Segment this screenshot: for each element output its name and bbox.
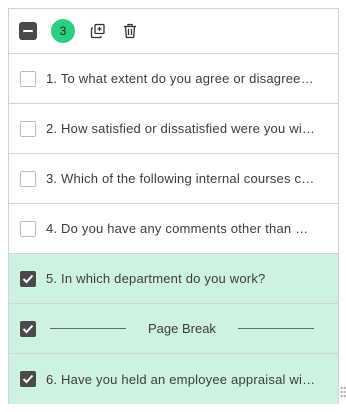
selection-toolbar: 3: [9, 9, 338, 54]
question-row[interactable]: 2. How satisfied or dissatisfied were yo…: [9, 104, 338, 154]
minus-icon: [23, 30, 33, 32]
question-checkbox[interactable]: [20, 220, 36, 237]
checkmark-icon: [22, 324, 34, 333]
question-checkbox-checked[interactable]: [20, 371, 36, 387]
page-break-label: Page Break: [148, 321, 216, 336]
question-row[interactable]: 1. To what extent do you agree or disagr…: [9, 54, 338, 104]
checkmark-icon: [22, 274, 34, 283]
drag-handle-icon[interactable]: [340, 386, 346, 400]
selected-count-badge: 3: [51, 19, 75, 43]
question-row[interactable]: 3. Which of the following internal cours…: [9, 154, 338, 204]
question-text: 3. Which of the following internal cours…: [46, 171, 316, 186]
question-row-selected[interactable]: 6. Have you held an employee appraisal w…: [9, 354, 338, 404]
question-text: 5. In which department do you work?: [46, 271, 266, 286]
question-text: 4. Do you have any comments other than w…: [46, 221, 316, 236]
trash-icon[interactable]: [121, 22, 139, 40]
page-break-row[interactable]: Page Break: [9, 304, 338, 354]
question-text: 6. Have you held an employee appraisal w…: [46, 371, 316, 387]
question-checkbox[interactable]: [20, 170, 36, 187]
copy-icon[interactable]: [89, 22, 107, 40]
question-checkbox[interactable]: [20, 70, 36, 87]
select-all-checkbox[interactable]: [19, 22, 37, 40]
question-text: 2. How satisfied or dissatisfied were yo…: [46, 121, 316, 136]
page-break-checkbox[interactable]: [20, 320, 36, 337]
page-break-line-right: [237, 328, 314, 329]
question-text: 1. To what extent do you agree or disagr…: [46, 71, 316, 86]
question-checkbox-checked[interactable]: [20, 270, 36, 287]
page-break-divider: Page Break: [50, 321, 314, 336]
question-checkbox[interactable]: [20, 120, 36, 137]
question-row[interactable]: 4. Do you have any comments other than w…: [9, 204, 338, 254]
checkmark-icon: [22, 374, 34, 384]
question-row-selected[interactable]: 5. In which department do you work?: [9, 254, 338, 304]
page-break-line-left: [50, 328, 126, 329]
question-list-panel: 3 1. To what extent do you agree or disa…: [8, 8, 339, 404]
